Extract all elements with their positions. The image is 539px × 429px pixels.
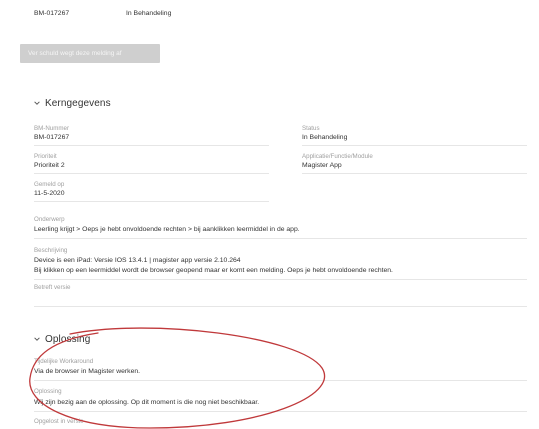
field-value: Prioriteit 2 [34,162,65,169]
field-value: In Behandeling [302,134,348,141]
close-ticket-button[interactable]: Ver schuld wegt deze melding af [20,44,160,63]
field-value: 11-5-2020 [34,190,65,197]
divider [34,279,527,280]
field-label: Betreft versie [34,284,71,291]
field-label: Gemeld op [34,181,65,188]
field-label: Onderwerp [34,216,65,223]
divider [34,380,527,381]
field-label: BM-Nummer [34,125,70,132]
divider [34,145,269,146]
field-value: BM-017267 [34,134,70,141]
ticket-id-header: BM-017267 [34,10,70,17]
field-label: Opgelost in versie [34,418,84,425]
chevron-down-icon [34,101,40,106]
field-label: Applicatie/Functie/Module [302,153,373,160]
divider [34,411,527,412]
field-value: Magister App [302,162,342,169]
field-label: Tijdelijke Workaround [34,358,94,365]
section-kerngegevens[interactable]: Kerngegevens [34,98,111,109]
section-oplossing[interactable]: Oplossing [34,334,90,345]
divider [302,145,527,146]
divider [34,306,527,307]
status-header: In Behandeling [126,10,172,17]
field-value: Via de browser in Magister werken. [34,368,141,375]
divider [34,173,269,174]
divider [34,238,527,239]
field-label: Status [302,125,320,132]
field-value-line1: Device is een iPad: Versie IOS 13.4.1 | … [34,257,241,264]
field-value: Wij zijn bezig aan de oplossing. Op dit … [34,399,260,406]
chevron-down-icon [34,337,40,342]
field-label: Oplossing [34,388,62,395]
divider [302,173,527,174]
divider [34,201,269,202]
field-value: Leerling krijgt > Oeps je hebt onvoldoen… [34,226,300,233]
field-label: Beschrijving [34,247,68,254]
section-title: Oplossing [45,334,91,345]
field-value-line2: Bij klikken op een leermiddel wordt de b… [34,267,393,274]
field-label: Prioriteit [34,153,57,160]
section-title: Kerngegevens [45,98,111,109]
